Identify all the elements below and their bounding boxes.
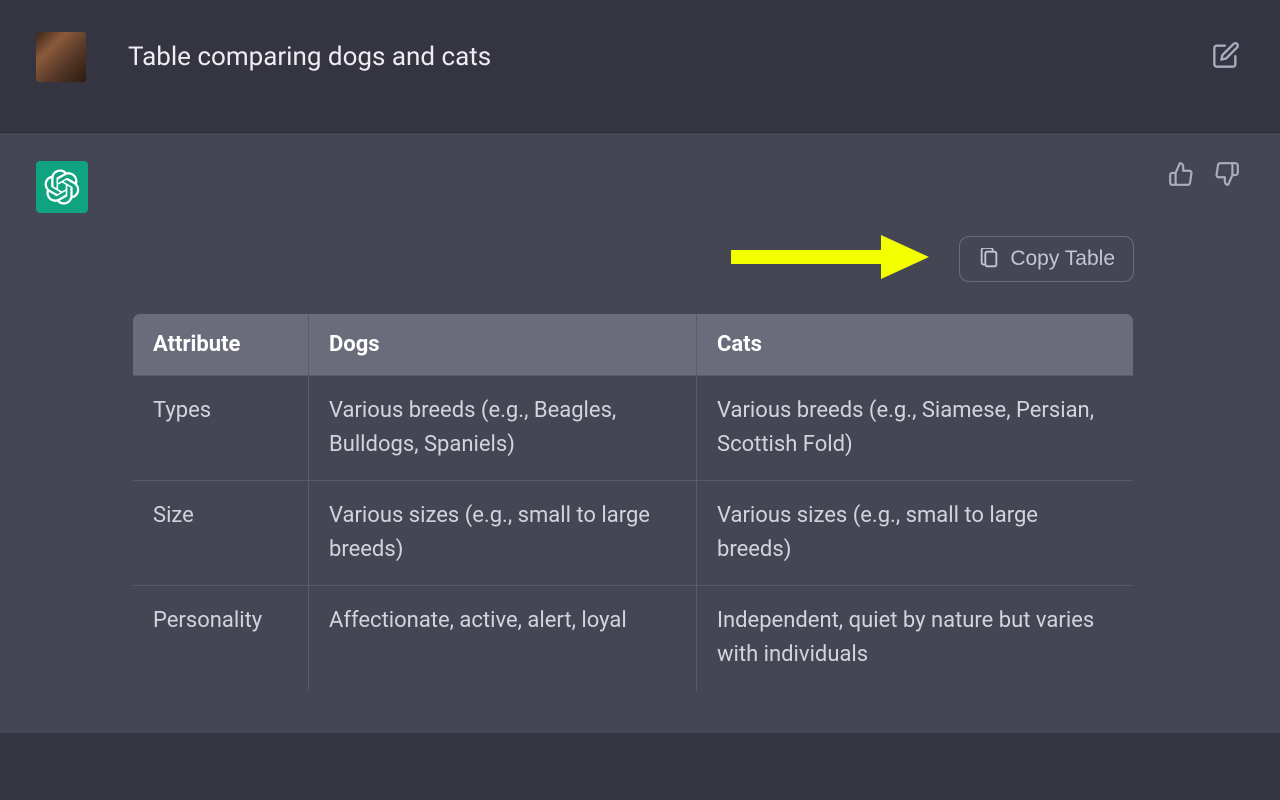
arrow-right-icon [731,229,931,285]
assistant-message: Copy Table Attribute Dogs Cats Types Var… [0,133,1280,733]
copy-icon [978,248,1000,270]
table-cell-dogs: Various breeds (e.g., Beagles, Bulldogs,… [309,376,697,481]
feedback-buttons [1164,157,1244,195]
user-prompt-text: Table comparing dogs and cats [128,42,491,72]
assistant-avatar [36,161,88,213]
table-header-row: Attribute Dogs Cats [133,314,1134,376]
user-message: Table comparing dogs and cats [0,0,1280,133]
table-header-cats: Cats [697,314,1134,376]
thumbs-down-button[interactable] [1210,157,1244,195]
copy-table-label: Copy Table [1010,247,1115,271]
table-cell-cats: Various sizes (e.g., small to large bree… [697,481,1134,586]
table-cell-dogs: Affectionate, active, alert, loyal [309,586,697,691]
comparison-table: Attribute Dogs Cats Types Various breeds… [132,313,1134,692]
table-cell-attribute: Personality [133,586,309,691]
table-row: Size Various sizes (e.g., small to large… [133,481,1134,586]
table-cell-dogs: Various sizes (e.g., small to large bree… [309,481,697,586]
edit-icon [1212,41,1240,69]
assistant-content: Copy Table Attribute Dogs Cats Types Var… [132,229,1134,692]
annotation-arrow [731,229,931,289]
table-header-dogs: Dogs [309,314,697,376]
table-row: Personality Affectionate, active, alert,… [133,586,1134,691]
copy-row: Copy Table [132,229,1134,289]
thumbs-up-icon [1168,161,1194,187]
thumbs-up-button[interactable] [1164,157,1198,195]
table-cell-cats: Various breeds (e.g., Siamese, Persian, … [697,376,1134,481]
edit-button[interactable] [1208,37,1244,77]
table-cell-attribute: Size [133,481,309,586]
thumbs-down-icon [1214,161,1240,187]
copy-table-button[interactable]: Copy Table [959,236,1134,282]
user-avatar [36,32,86,82]
table-header-attribute: Attribute [133,314,309,376]
table-cell-attribute: Types [133,376,309,481]
table-row: Types Various breeds (e.g., Beagles, Bul… [133,376,1134,481]
table-cell-cats: Independent, quiet by nature but varies … [697,586,1134,691]
openai-logo-icon [44,169,80,205]
